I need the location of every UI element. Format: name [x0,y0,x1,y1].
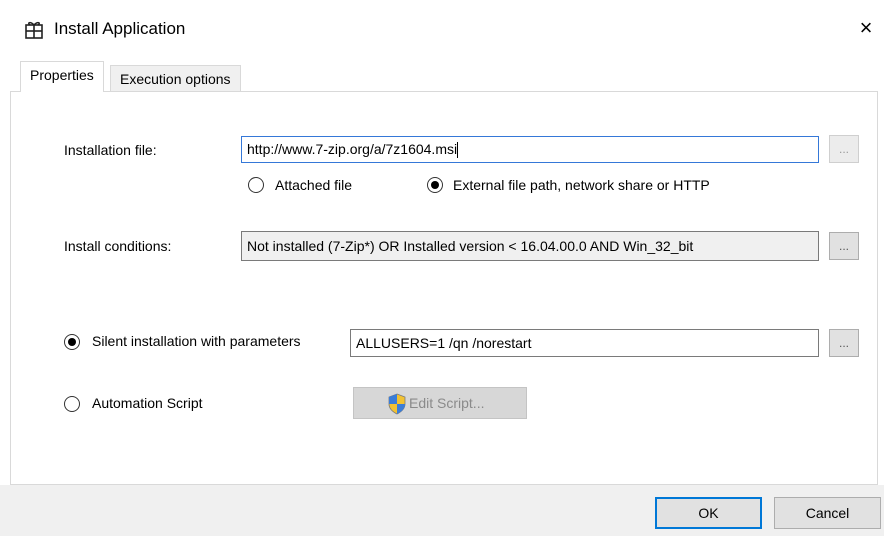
installation-file-value: http://www.7-zip.org/a/7z1604.msi [247,141,458,157]
silent-install-label: Silent installation with parameters [92,333,301,349]
edit-script-button[interactable]: Edit Script... [353,387,527,419]
uac-shield-icon [388,393,406,415]
automation-script-radio[interactable] [64,396,80,412]
silent-install-radio[interactable] [64,334,80,350]
ok-button[interactable]: OK [655,497,762,529]
tab-properties[interactable]: Properties [20,61,104,92]
install-conditions-label: Install conditions: [64,238,172,254]
silent-parameters-input[interactable]: ALLUSERS=1 /qn /norestart [350,329,819,357]
attached-file-radio[interactable] [248,177,264,193]
installation-file-label: Installation file: [64,142,157,158]
edit-script-label: Edit Script... [409,395,485,411]
install-conditions-field[interactable]: Not installed (7-Zip*) OR Installed vers… [241,231,819,261]
text-cursor [457,142,459,159]
automation-script-label: Automation Script [92,395,203,411]
installation-file-input[interactable]: http://www.7-zip.org/a/7z1604.msi [241,136,819,163]
installation-file-browse-button[interactable]: ... [829,135,859,163]
close-icon[interactable]: × [852,14,880,42]
tab-execution-options[interactable]: Execution options [110,65,241,92]
silent-parameters-button[interactable]: ... [829,329,859,357]
app-installer-icon [25,21,43,39]
install-conditions-button[interactable]: ... [829,232,859,260]
cancel-button[interactable]: Cancel [774,497,881,529]
window-title: Install Application [54,19,186,38]
attached-file-label: Attached file [275,177,353,193]
external-file-radio[interactable] [427,177,443,193]
external-file-label: External file path, network share or HTT… [453,177,710,193]
